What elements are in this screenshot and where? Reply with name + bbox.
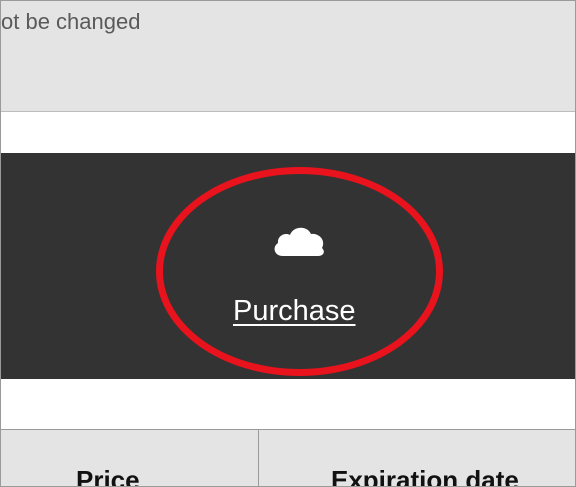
screenshot-frame: ot be changed Purchase Price Expiration … <box>0 0 576 487</box>
column-header-expiration-date[interactable]: Expiration date <box>331 465 519 486</box>
table-header: Price Expiration date <box>1 429 575 486</box>
cloud-icon <box>274 227 324 256</box>
purchase-link[interactable]: Purchase <box>233 295 356 328</box>
column-divider <box>258 430 259 486</box>
info-note-text: ot be changed <box>1 9 141 34</box>
info-panel: ot be changed <box>1 1 575 112</box>
column-header-price[interactable]: Price <box>76 465 140 486</box>
purchase-band <box>1 153 575 379</box>
